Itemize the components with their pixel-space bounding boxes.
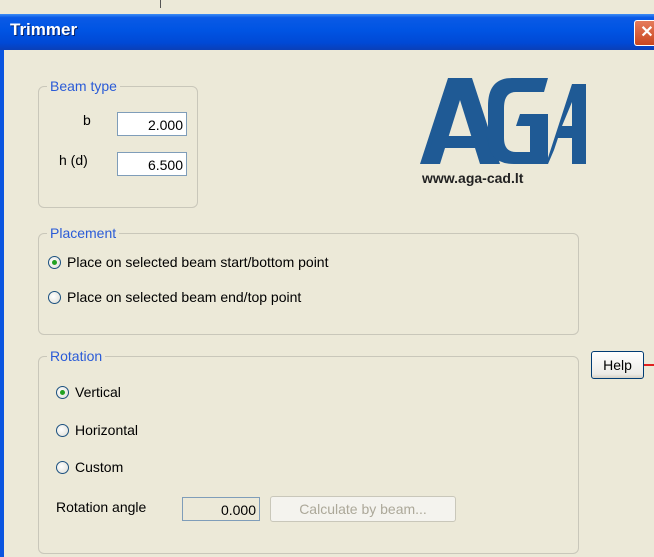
trimmer-dialog: Trimmer ✕ Beam type b 2.000 h (d) 6.500 … xyxy=(0,0,654,557)
window-frame xyxy=(0,50,4,557)
rotation-label: Rotation xyxy=(47,348,106,364)
help-button[interactable]: Help xyxy=(591,351,644,379)
placement-label: Placement xyxy=(47,225,120,241)
rotation-custom-option[interactable]: Custom xyxy=(56,459,123,475)
rotation-custom-label: Custom xyxy=(75,459,124,475)
divider xyxy=(160,0,161,8)
radio-checked-icon xyxy=(56,385,69,399)
rotation-horizontal-option[interactable]: Horizontal xyxy=(56,422,138,438)
placement-end-option[interactable]: Place on selected beam end/top point xyxy=(48,289,301,305)
placement-group: Placement Place on selected beam start/b… xyxy=(38,225,579,335)
logo-url: www.aga-cad.lt xyxy=(422,170,524,186)
close-button[interactable]: ✕ xyxy=(634,20,654,46)
placement-end-label: Place on selected beam end/top point xyxy=(67,289,302,305)
close-icon: ✕ xyxy=(640,24,654,41)
rotation-group: Rotation Vertical Horizontal Custom Rota… xyxy=(38,348,579,554)
beam-type-group: Beam type b 2.000 h (d) 6.500 xyxy=(38,78,198,208)
radio-unchecked-icon xyxy=(48,290,61,304)
radio-unchecked-icon xyxy=(56,423,69,437)
placement-start-option[interactable]: Place on selected beam start/bottom poin… xyxy=(48,254,328,270)
b-label: b xyxy=(83,112,91,128)
aga-logo: www.aga-cad.lt xyxy=(420,78,590,190)
rotation-angle-label: Rotation angle xyxy=(56,499,147,515)
h-input[interactable]: 6.500 xyxy=(117,152,187,176)
calculate-by-beam-button[interactable]: Calculate by beam... xyxy=(270,496,456,522)
window-title: Trimmer xyxy=(10,20,78,39)
rotation-horizontal-label: Horizontal xyxy=(75,422,139,438)
radio-unchecked-icon xyxy=(56,460,69,474)
placement-start-label: Place on selected beam start/bottom poin… xyxy=(67,254,329,270)
h-label: h (d) xyxy=(59,152,88,168)
b-input[interactable]: 2.000 xyxy=(117,112,187,136)
radio-checked-icon xyxy=(48,255,61,269)
rotation-vertical-label: Vertical xyxy=(75,384,121,400)
title-bar[interactable]: Trimmer ✕ xyxy=(0,14,654,50)
help-connector-line xyxy=(644,364,654,366)
rotation-angle-input[interactable]: 0.000 xyxy=(182,497,260,521)
beam-type-label: Beam type xyxy=(47,78,120,94)
rotation-vertical-option[interactable]: Vertical xyxy=(56,384,121,400)
